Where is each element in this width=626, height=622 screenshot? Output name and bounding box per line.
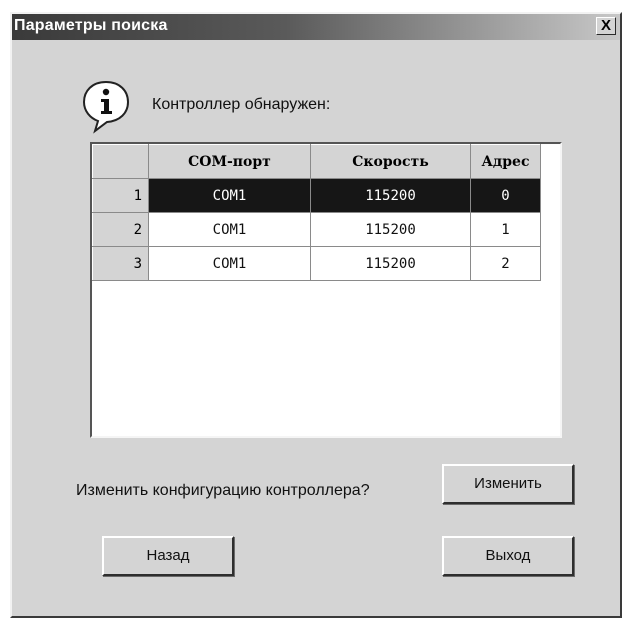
close-button[interactable]: X <box>596 17 616 35</box>
back-button[interactable]: Назад <box>102 536 234 576</box>
search-parameters-dialog: Параметры поиска X Контроллер обнаружен:… <box>10 12 622 618</box>
table-row[interactable]: 3 COM1 115200 2 <box>92 246 541 281</box>
cell-com-port[interactable]: COM1 <box>148 178 311 213</box>
close-icon: X <box>600 17 611 34</box>
cell-speed[interactable]: 115200 <box>310 178 471 213</box>
cell-address[interactable]: 2 <box>470 246 541 281</box>
info-icon <box>82 80 130 134</box>
controllers-table-frame: COM-порт Скорость Адрес 1 COM1 115200 0 … <box>90 142 562 438</box>
cell-speed[interactable]: 115200 <box>310 246 471 281</box>
header-com-port[interactable]: COM-порт <box>148 144 311 179</box>
cell-com-port[interactable]: COM1 <box>148 212 311 247</box>
change-config-question: Изменить конфигурацию контроллера? <box>76 482 370 499</box>
title-bar[interactable]: Параметры поиска X <box>12 14 620 40</box>
row-number: 2 <box>92 212 149 247</box>
table-row[interactable]: 1 COM1 115200 0 <box>92 178 541 213</box>
row-number: 1 <box>92 178 149 213</box>
table-header-row: COM-порт Скорость Адрес <box>92 144 541 179</box>
cell-address[interactable]: 0 <box>470 178 541 213</box>
cell-address[interactable]: 1 <box>470 212 541 247</box>
header-rownum <box>92 144 149 179</box>
controller-detected-label: Контроллер обнаружен: <box>152 96 331 113</box>
exit-button[interactable]: Выход <box>442 536 574 576</box>
header-address[interactable]: Адрес <box>470 144 541 179</box>
cell-speed[interactable]: 115200 <box>310 212 471 247</box>
controllers-table: COM-порт Скорость Адрес 1 COM1 115200 0 … <box>92 144 541 281</box>
window-title: Параметры поиска <box>14 17 168 34</box>
change-button[interactable]: Изменить <box>442 464 574 504</box>
row-number: 3 <box>92 246 149 281</box>
cell-com-port[interactable]: COM1 <box>148 246 311 281</box>
header-speed[interactable]: Скорость <box>310 144 471 179</box>
table-row[interactable]: 2 COM1 115200 1 <box>92 212 541 247</box>
